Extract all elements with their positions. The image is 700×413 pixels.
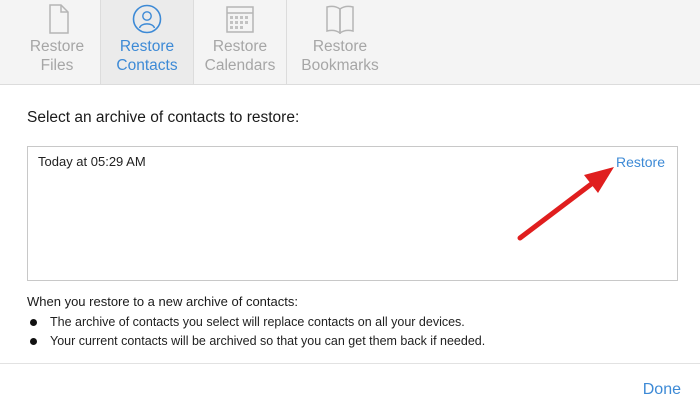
tab-label: Restore Calendars — [204, 38, 276, 74]
list-item: The archive of contacts you select will … — [28, 313, 485, 332]
tab-label: Restore Bookmarks — [301, 38, 379, 74]
contact-icon — [132, 4, 162, 34]
tab-label: Restore Contacts — [116, 38, 178, 74]
done-button[interactable]: Done — [643, 381, 681, 399]
tab-bar: Restore Files Restore Contacts Restore C… — [0, 0, 700, 85]
page-heading: Select an archive of contacts to restore… — [27, 109, 300, 126]
tab-restore-contacts[interactable]: Restore Contacts — [101, 0, 193, 84]
bullet-text: The archive of contacts you select will … — [50, 315, 465, 329]
bullet-text: Your current contacts will be archived s… — [50, 334, 486, 348]
calendar-icon — [226, 6, 254, 33]
document-icon — [49, 4, 69, 34]
footer-divider — [0, 363, 700, 364]
restore-button[interactable]: Restore — [616, 154, 665, 170]
list-item: Your current contacts will be archived s… — [28, 332, 485, 351]
archive-list: Today at 05:29 AM Restore — [27, 146, 678, 281]
tab-restore-files[interactable]: Restore Files — [14, 0, 100, 84]
archive-date: Today at 05:29 AM — [38, 154, 146, 169]
tab-restore-calendars[interactable]: Restore Calendars — [194, 0, 286, 84]
tab-label: Restore Files — [29, 38, 85, 74]
bullet-icon — [30, 338, 37, 345]
tab-restore-bookmarks[interactable]: Restore Bookmarks — [287, 0, 393, 84]
info-title: When you restore to a new archive of con… — [27, 294, 298, 309]
bullet-icon — [30, 319, 37, 326]
book-icon — [326, 5, 354, 34]
info-list: The archive of contacts you select will … — [28, 313, 485, 351]
